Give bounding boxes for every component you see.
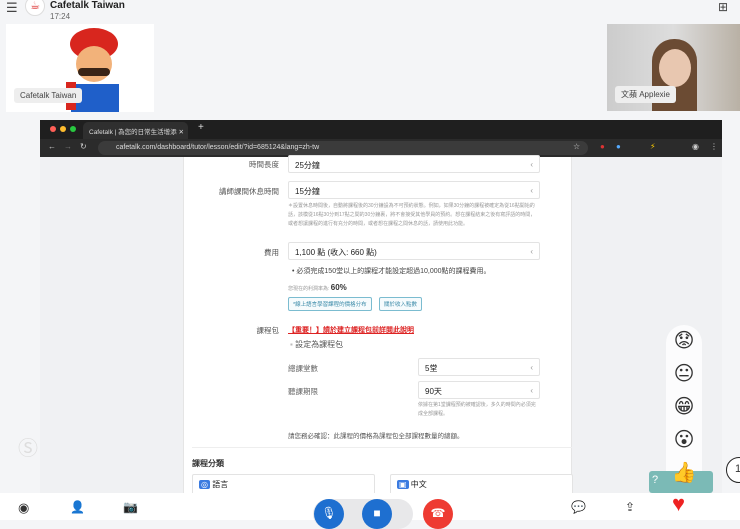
fee-value: 1,100 點 (收入: 660 點) (295, 248, 377, 257)
period-value: 90天 (425, 387, 442, 396)
fee-note: • 必須完成150堂以上的課程才能設定超過10,000點的課程費用。 (292, 268, 491, 275)
subcategory-select[interactable]: ▣ 中文 (390, 474, 573, 494)
language-icon: ▣ (397, 480, 409, 489)
new-tab-button[interactable]: + (198, 122, 204, 133)
skype-icon: Ⓢ (18, 438, 38, 460)
price-distribution-button[interactable]: *線上語言學習課程的價格分布 (288, 297, 372, 311)
chevron-icon: ‹ (530, 386, 533, 395)
page-badge: 1 (726, 457, 740, 483)
laugh-emoji-icon[interactable]: 😁 (671, 394, 697, 420)
break-select[interactable]: 15分鐘 ‹ (288, 181, 540, 199)
profit-value: 60% (330, 283, 347, 292)
forward-icon[interactable]: → (64, 142, 72, 151)
reload-icon[interactable]: ↻ (80, 142, 87, 151)
add-participant-icon[interactable]: 👤 (70, 500, 85, 514)
participant-name: Cafetalk Taiwan (14, 88, 83, 103)
meeting-toolbar: ◉ 👤 📷 🎙 ■ ☎ 💬 ⇪ ♥ (0, 491, 740, 529)
profile-avatar[interactable]: ◉ (692, 142, 699, 151)
break-note: ＊設置休息時間後，自動將課程後的30分鐘設為不可預約狀態。例如，如果30分鐘的課… (288, 203, 536, 227)
lesson-edit-form: 時間長度 25分鐘 ‹ 講師課間休息時間 15分鐘 ‹ ＊設置休息時間後，自動將課程… (183, 155, 573, 494)
meeting-title: Cafetalk Taiwan (50, 0, 125, 11)
category-title: 課程分類 (192, 459, 224, 468)
menu-icon[interactable]: ☰ (6, 0, 18, 16)
back-icon[interactable]: ← (48, 142, 56, 151)
package-important-link[interactable]: 【重要！】請於建立課程包前詳閱此說明 (288, 325, 414, 335)
tab-bar: Cafetalk | 為您的日常生活增添 ✕ + (40, 120, 722, 139)
fee-select[interactable]: 1,100 點 (收入: 660 點) ‹ (288, 242, 540, 260)
period-note: 依據在第1堂課程預約被確認後，多久的時間內必須完成全部課程。 (418, 402, 536, 417)
total-lessons-value: 5堂 (425, 364, 438, 373)
grid-view-icon[interactable]: ⊞ (718, 0, 728, 14)
record-icon[interactable]: ◉ (18, 500, 29, 516)
neutral-emoji-icon[interactable]: 😐 (671, 361, 697, 387)
period-select[interactable]: 90天 ‹ (418, 381, 540, 399)
meeting-time: 17:24 (50, 12, 71, 21)
url-input[interactable]: cafetalk.com/dashboard/tutor/lesson/edit… (98, 141, 588, 155)
end-call-button[interactable]: ☎ (423, 499, 453, 529)
share-screen-icon[interactable]: ⇪ (625, 500, 635, 514)
profit-label: 您現在的利潤率為: (288, 286, 330, 292)
extension-icon[interactable]: ● (600, 142, 605, 151)
checkbox-icon[interactable]: ▪ (290, 340, 293, 349)
more-menu-icon[interactable]: ⋮ (710, 142, 718, 151)
break-value: 15分鐘 (295, 187, 320, 196)
participant-tile[interactable]: Cafetalk Taiwan (6, 24, 154, 112)
package-checkbox-label: 設定為課程包 (295, 340, 344, 349)
chat-icon[interactable]: 💬 (571, 500, 586, 514)
category-select[interactable]: ◎ 語言 (192, 474, 375, 494)
duration-value: 25分鐘 (295, 161, 320, 170)
duration-label: 時間長度 (249, 160, 279, 169)
package-checkbox[interactable]: ▪ 設定為課程包 (290, 339, 343, 350)
participant-tile[interactable]: 文蘋 Applexie (607, 24, 740, 111)
category-value: 語言 (212, 480, 229, 489)
profit-rate: 您現在的利潤率為: 60% (288, 283, 347, 292)
heart-emoji-icon[interactable]: ♥ (672, 491, 685, 517)
income-points-button[interactable]: 關於收入點數 (379, 297, 423, 311)
tab-title: Cafetalk | 為您的日常生活增添 (89, 129, 177, 136)
divider (192, 447, 572, 448)
duration-select[interactable]: 25分鐘 ‹ (288, 155, 540, 173)
worried-emoji-icon[interactable]: 😟 (671, 328, 697, 354)
participant-name: 文蘋 Applexie (615, 86, 676, 103)
participant-face (659, 49, 691, 87)
chevron-icon: ‹ (530, 186, 533, 195)
surprised-emoji-icon[interactable]: 😮 (671, 427, 697, 453)
chevron-icon: ‹ (530, 160, 533, 169)
subcategory-value: 中文 (410, 480, 427, 489)
total-lessons-label: 總課堂數 (288, 364, 318, 373)
shared-browser-window: Cafetalk | 為您的日常生活增添 ✕ + ← → ↻ cafetalk.… (40, 120, 722, 494)
minimize-window-button[interactable] (60, 126, 66, 132)
thumbs-up-emoji-icon[interactable]: 👍 (671, 460, 697, 486)
close-window-button[interactable] (50, 126, 56, 132)
browser-tab[interactable]: Cafetalk | 為您的日常生活增添 ✕ (83, 122, 188, 139)
package-confirm-text: 請您務必確認：此課程的價格為課程包全部課程數量的總額。 (288, 433, 464, 440)
screenshot-icon[interactable]: 📷 (123, 500, 138, 514)
period-label: 聽課期限 (288, 387, 318, 396)
extension-icon[interactable]: ● (616, 142, 621, 151)
fee-label: 費用 (264, 248, 279, 257)
maximize-window-button[interactable] (70, 126, 76, 132)
globe-icon: ◎ (199, 480, 210, 489)
break-label: 講師課間休息時間 (219, 187, 279, 196)
total-lessons-select[interactable]: 5堂 ‹ (418, 358, 540, 376)
microphone-button[interactable]: 🎙 (314, 499, 344, 529)
chevron-icon: ‹ (530, 363, 533, 372)
bookmark-star-icon[interactable]: ☆ (573, 142, 580, 151)
extension-icon[interactable]: ⚡ (650, 142, 656, 151)
fee-note-text: 必須完成150堂以上的課程才能設定超過10,000點的課程費用。 (296, 268, 491, 275)
package-label: 課程包 (256, 326, 280, 335)
cafetalk-logo: ☕ (25, 0, 45, 16)
camera-button[interactable]: ■ (362, 499, 392, 529)
chevron-icon: ‹ (530, 247, 533, 256)
